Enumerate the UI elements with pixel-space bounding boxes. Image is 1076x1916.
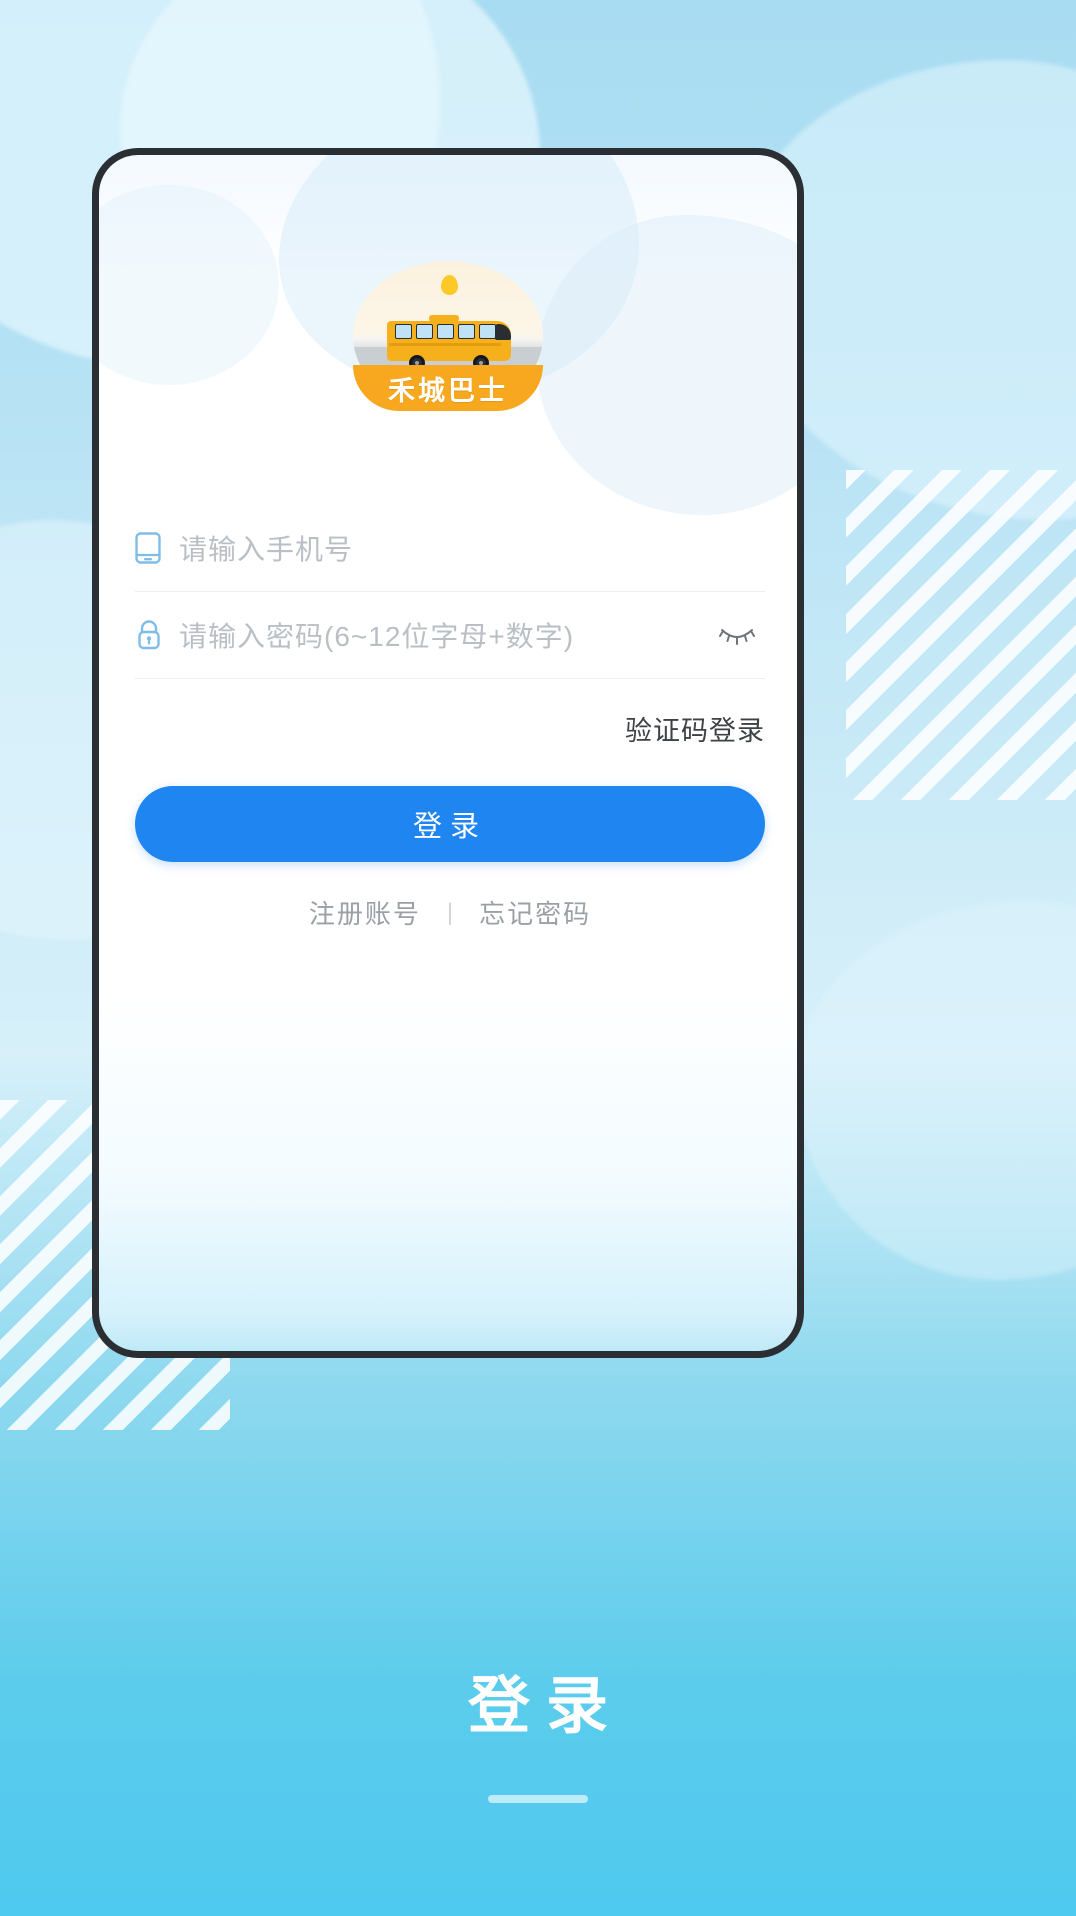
page-title: 登录 [467, 1672, 624, 1741]
app-logo: 禾城巴士 [353, 261, 543, 411]
sun-icon [441, 275, 458, 295]
bus-window [395, 324, 412, 339]
link-divider: | [446, 898, 454, 926]
home-indicator-bar [488, 1795, 588, 1803]
decorative-stripes-right [846, 470, 1076, 800]
bus-window [437, 324, 454, 339]
phone-input[interactable]: 请输入手机号 [179, 528, 765, 568]
screen-blob [99, 185, 279, 385]
bus-icon [387, 315, 515, 371]
secondary-links: 注册账号 | 忘记密码 [135, 894, 765, 931]
login-form: 请输入手机号 请输入密码(6~12位字母+数字) 验证码登录 登录 注册账号 |… [135, 505, 765, 931]
phone-icon [135, 532, 179, 564]
forgot-password-link[interactable]: 忘记密码 [479, 894, 591, 931]
login-button[interactable]: 登录 [135, 786, 765, 862]
bus-stripe [389, 343, 501, 346]
phone-screen: 禾城巴士 请输入手机号 请输入密码(6~12位字母+数字) 验证码登录 登录 注… [99, 155, 797, 1351]
logo-name-band: 禾城巴士 [353, 365, 543, 411]
password-field[interactable]: 请输入密码(6~12位字母+数字) [135, 592, 765, 679]
logo-text: 禾城巴士 [388, 375, 508, 406]
phone-mockup: 禾城巴士 请输入手机号 请输入密码(6~12位字母+数字) 验证码登录 登录 注… [92, 148, 804, 1358]
register-link[interactable]: 注册账号 [309, 894, 421, 931]
phone-field[interactable]: 请输入手机号 [135, 505, 765, 592]
bus-window [458, 324, 475, 339]
lock-icon [135, 619, 179, 651]
background-blob [796, 900, 1076, 1280]
bus-window [416, 324, 433, 339]
sms-login-row: 验证码登录 [135, 709, 765, 748]
bus-window [479, 324, 496, 339]
password-input[interactable]: 请输入密码(6~12位字母+数字) [179, 615, 765, 655]
eye-closed-icon[interactable] [717, 622, 757, 648]
sms-login-link[interactable]: 验证码登录 [625, 709, 765, 748]
